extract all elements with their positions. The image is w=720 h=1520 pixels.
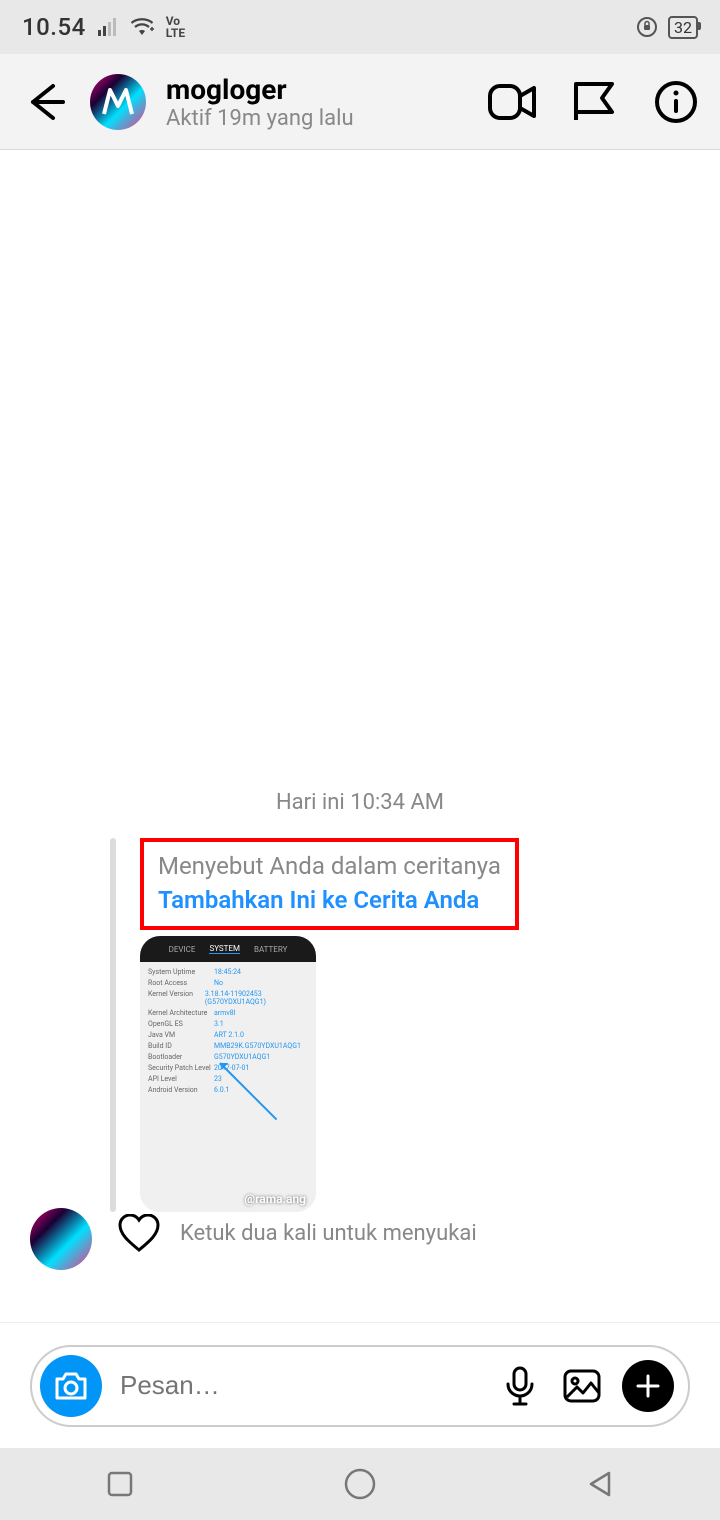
message-input[interactable] [120, 1370, 480, 1401]
story-mention-message[interactable]: Menyebut Anda dalam ceritanya Tambahkan … [110, 838, 519, 1212]
thumb-info-row: OpenGL ES3.1 [148, 1020, 308, 1028]
rotation-lock-icon [636, 16, 658, 38]
nav-back-button[interactable] [580, 1464, 620, 1504]
mention-caption: Menyebut Anda dalam ceritanya [158, 852, 501, 880]
thumb-info-row: System Uptime18:45:24 [148, 968, 308, 976]
thumb-info-row: Android Version6.0.1 [148, 1086, 308, 1094]
chat-username[interactable]: mogloger [166, 73, 468, 106]
thumb-tab-system: SYSTEM [209, 944, 240, 954]
message-composer [30, 1345, 690, 1427]
thumb-info-row: Java VMART 2.1.0 [148, 1031, 308, 1039]
like-hint-text: Ketuk dua kali untuk menyukai [180, 1221, 477, 1246]
mention-highlight-box: Menyebut Anda dalam ceritanya Tambahkan … [140, 838, 519, 930]
camera-button[interactable] [40, 1355, 102, 1417]
add-to-story-link[interactable]: Tambahkan Ini ke Cerita Anda [158, 886, 501, 914]
info-button[interactable] [652, 78, 700, 126]
battery-indicator: 32 [668, 16, 698, 39]
composer-area [0, 1322, 720, 1448]
avatar[interactable] [90, 74, 146, 130]
nav-recent-button[interactable] [100, 1464, 140, 1504]
thumb-info-row: Kernel Version3.18.14-11902453 (G570YDXU… [148, 990, 308, 1006]
gallery-button[interactable] [560, 1364, 604, 1408]
flag-button[interactable] [570, 78, 618, 126]
status-time: 10.54 [22, 13, 86, 41]
story-thumbnail[interactable]: DEVICE SYSTEM BATTERY System Uptime18:45… [140, 936, 316, 1212]
wifi-icon [130, 18, 154, 36]
back-button[interactable] [20, 77, 70, 127]
reply-indicator-bar [110, 838, 116, 1212]
sender-avatar[interactable] [30, 1208, 92, 1270]
video-call-button[interactable] [488, 78, 536, 126]
thumb-info-row: Root AccessNo [148, 979, 308, 987]
add-button[interactable] [622, 1360, 674, 1412]
thumb-info-row: Build IDMMB29K.G570YDXU1AQG1 [148, 1042, 308, 1050]
story-mention-tag: @rama.ang [244, 1192, 306, 1206]
chat-body[interactable]: Hari ini 10:34 AM Menyebut Anda dalam ce… [0, 150, 720, 1322]
thumb-tab-battery: BATTERY [254, 945, 287, 954]
nav-home-button[interactable] [340, 1464, 380, 1504]
thumb-tab-device: DEVICE [169, 945, 196, 954]
signal-icon [98, 18, 118, 36]
message-timestamp: Hari ini 10:34 AM [0, 790, 720, 815]
thumb-info-row: API Level23 [148, 1075, 308, 1083]
like-button[interactable] [118, 1214, 160, 1252]
chat-activity-status: Aktif 19m yang lalu [166, 106, 468, 131]
volte-icon: VoLTE [166, 15, 185, 39]
voice-button[interactable] [498, 1364, 542, 1408]
status-bar: 10.54 VoLTE 32 [0, 0, 720, 54]
system-nav-bar [0, 1448, 720, 1520]
thumb-info-row: BootloaderG570YDXU1AQG1 [148, 1053, 308, 1061]
thumb-info-row: Kernel Architecturearmv8l [148, 1009, 308, 1017]
chat-header: mogloger Aktif 19m yang lalu [0, 54, 720, 150]
